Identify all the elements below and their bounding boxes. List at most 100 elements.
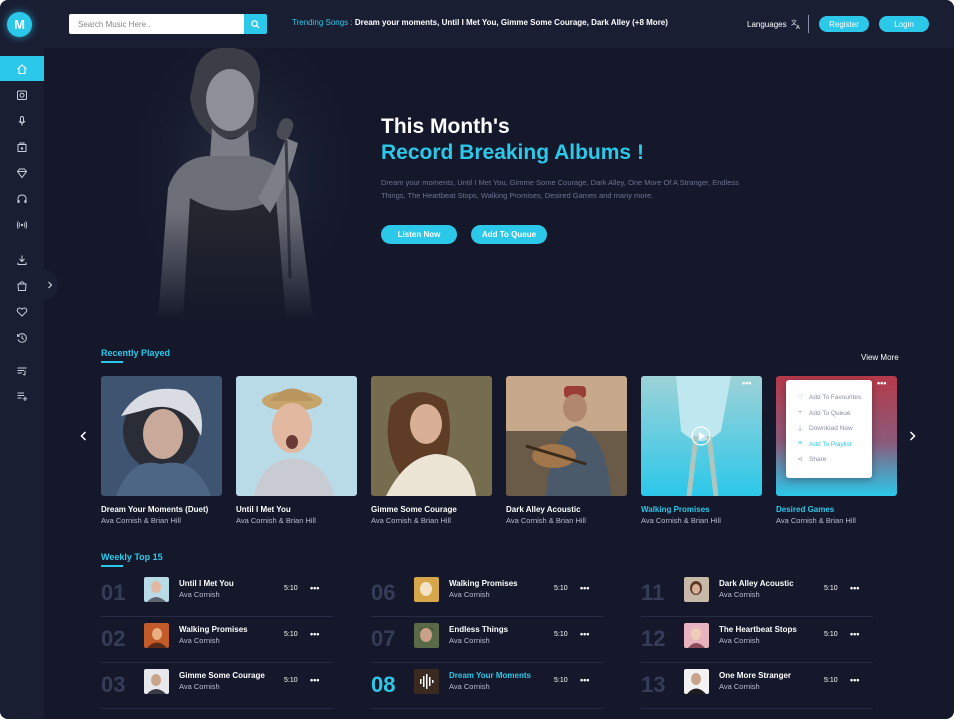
album-card[interactable]: Until I Met You Ava Cornish & Brian Hill	[236, 376, 357, 525]
album-card-active[interactable]: ••• Walking Promises Ava Cornish & Brian…	[641, 376, 762, 525]
carousel-next-button[interactable]	[909, 430, 916, 444]
svg-text:A: A	[796, 25, 800, 29]
register-button[interactable]: Register	[819, 16, 869, 32]
track-title: Dark Alley Acoustic	[719, 579, 794, 588]
trending-list[interactable]: Dream your moments, Until I Met You, Gim…	[355, 18, 668, 27]
sidebar-item-store[interactable]	[0, 134, 44, 159]
track-title: Gimme Some Courage	[179, 671, 265, 680]
track-more-button[interactable]: •••	[580, 675, 589, 685]
track-row[interactable]: 03 Gimme Some Courage Ava Cornish 5:10 •…	[101, 663, 333, 709]
track-thumb	[684, 623, 709, 648]
sidebar-item-podcasts[interactable]	[0, 186, 44, 211]
menu-label: Download Now	[809, 425, 853, 433]
sidebar-item-albums[interactable]	[0, 82, 44, 107]
track-title: Dream Your Moments	[449, 671, 531, 680]
track-more-button[interactable]: •••	[310, 583, 319, 593]
track-row[interactable]: 13 One More Stranger Ava Cornish 5:10 ••…	[641, 663, 873, 709]
listen-now-button[interactable]: Listen Now	[381, 225, 457, 244]
hero-singer-image	[138, 48, 348, 320]
track-duration: 5:10	[284, 585, 298, 592]
sidebar-item-radio[interactable]	[0, 212, 44, 237]
track-more-button[interactable]: •••	[310, 675, 319, 685]
search-icon	[251, 19, 260, 29]
track-row[interactable]: 06 Walking Promises Ava Cornish 5:10 •••	[371, 571, 603, 617]
sidebar-item-favourites[interactable]	[0, 299, 44, 324]
track-more-button[interactable]: •••	[850, 675, 859, 685]
sidebar-item-history[interactable]	[0, 325, 44, 350]
card-more-button[interactable]: •••	[742, 378, 751, 388]
card-more-button[interactable]: •••	[877, 378, 886, 388]
play-circle-icon[interactable]	[691, 426, 711, 446]
sidebar-item-create-playlist[interactable]	[0, 383, 44, 408]
track-duration: 5:10	[554, 677, 568, 684]
album-card[interactable]: Dark Alley Acoustic Ava Cornish & Brian …	[506, 376, 627, 525]
menu-add-to-playlist[interactable]: ≡ Add To Playlist	[786, 437, 872, 453]
menu-share[interactable]: ⋖ Share	[786, 452, 872, 468]
search-box	[69, 14, 267, 34]
track-artist: Ava Cornish	[449, 636, 490, 645]
track-rank: 01	[101, 580, 126, 605]
view-more-link[interactable]: View More	[861, 353, 899, 362]
track-artist: Ava Cornish	[719, 682, 760, 691]
section-underline	[101, 565, 123, 567]
header-divider	[808, 15, 809, 33]
menu-download-now[interactable]: ⤓ Download Now	[786, 421, 872, 437]
track-duration: 5:10	[284, 631, 298, 638]
languages-selector[interactable]: Languages 文A	[747, 19, 801, 29]
track-more-button[interactable]: •••	[310, 629, 319, 639]
track-row[interactable]: 11 Dark Alley Acoustic Ava Cornish 5:10 …	[641, 571, 873, 617]
card-artist: Ava Cornish & Brian Hill	[506, 516, 586, 525]
sidebar-item-premium[interactable]	[0, 160, 44, 185]
history-icon	[17, 332, 27, 343]
track-row[interactable]: 12 The Heartbeat Stops Ava Cornish 5:10 …	[641, 617, 873, 663]
chevron-left-icon	[80, 431, 87, 441]
login-button[interactable]: Login	[879, 16, 929, 32]
menu-add-to-favourites[interactable]: ♡ Add To Favourites	[786, 390, 872, 406]
search-input[interactable]	[69, 14, 244, 34]
track-rank: 03	[101, 672, 126, 697]
track-more-button[interactable]: •••	[850, 583, 859, 593]
languages-label: Languages	[747, 19, 787, 29]
share-icon: ⋖	[797, 455, 803, 463]
track-rank: 07	[371, 626, 396, 651]
sidebar-item-home[interactable]	[0, 56, 44, 81]
hero-title: This Month's Record Breaking Albums !	[381, 114, 644, 166]
track-row[interactable]: 07 Endless Things Ava Cornish 5:10 •••	[371, 617, 603, 663]
section-underline	[101, 361, 123, 363]
diamond-icon	[16, 168, 28, 178]
album-card[interactable]: Gimme Some Courage Ava Cornish & Brian H…	[371, 376, 492, 525]
search-button[interactable]	[244, 14, 267, 34]
playlist-icon	[17, 367, 27, 375]
track-row-active[interactable]: 08 Dream Your Moments Ava Cornish 5:10 •…	[371, 663, 603, 709]
heart-icon: ♡	[797, 393, 804, 401]
headphones-icon	[17, 193, 27, 203]
trending-songs: Trending Songs : Dream your moments, Unt…	[292, 18, 668, 27]
track-row[interactable]: 01 Until I Met You Ava Cornish 5:10 •••	[101, 571, 333, 617]
track-title: The Heartbeat Stops	[719, 625, 797, 634]
track-row[interactable]: 02 Walking Promises Ava Cornish 5:10 •••	[101, 617, 333, 663]
card-title: Dream Your Moments (Duet)	[101, 505, 209, 514]
sidebar-item-playlists[interactable]	[0, 358, 44, 383]
track-artist: Ava Cornish	[449, 682, 490, 691]
track-artist: Ava Cornish	[719, 590, 760, 599]
card-artist: Ava Cornish & Brian Hill	[101, 516, 181, 525]
sidebar-item-purchased[interactable]	[0, 273, 44, 298]
album-card[interactable]: Dream Your Moments (Duet) Ava Cornish & …	[101, 376, 222, 525]
playlist-icon: ≡	[797, 440, 803, 448]
sidebar-item-artists[interactable]	[0, 108, 44, 133]
menu-label: Add To Playlist	[809, 440, 852, 448]
heart-icon	[16, 306, 28, 317]
menu-label: Add To Queue	[809, 409, 851, 417]
music-store-icon	[17, 142, 27, 152]
menu-add-to-queue[interactable]: + Add To Queue	[786, 406, 872, 422]
track-title: Endless Things	[449, 625, 509, 634]
track-thumb	[144, 577, 169, 602]
track-more-button[interactable]: •••	[850, 629, 859, 639]
carousel-prev-button[interactable]	[80, 430, 87, 444]
track-more-button[interactable]: •••	[580, 583, 589, 593]
track-more-button[interactable]: •••	[580, 629, 589, 639]
add-to-queue-button[interactable]: Add To Queue	[471, 225, 547, 244]
sidebar-item-downloads[interactable]	[0, 247, 44, 272]
translate-icon: 文A	[791, 19, 800, 29]
brand-logo[interactable]: M	[7, 12, 32, 37]
